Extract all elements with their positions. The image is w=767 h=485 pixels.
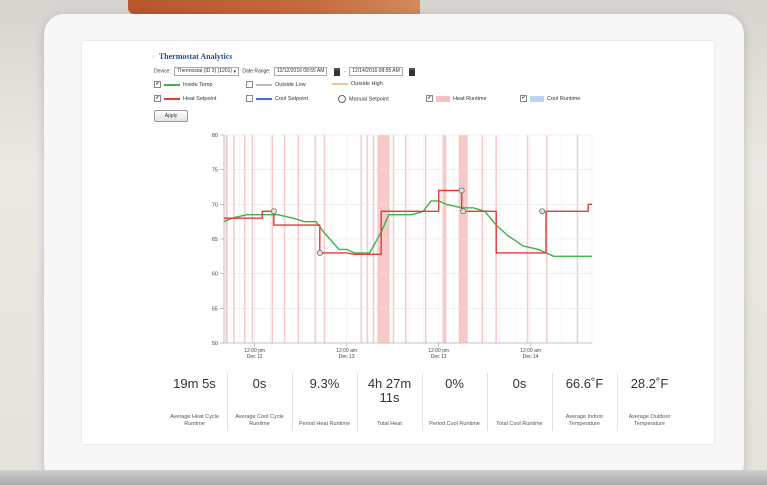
x-tick-label-date: Dec 13 (339, 354, 355, 360)
stat-card: 0s Total Cool Runtime (487, 373, 552, 431)
stat-divider (357, 373, 358, 431)
stat-card: 28.2˚F Average Outdoor Temperature (617, 373, 682, 431)
y-tick-label: 75 (212, 168, 218, 174)
stat-value: 66.6˚F (565, 376, 604, 391)
manual-setpoint-marker (316, 249, 323, 256)
stat-value: 28.2˚F (630, 376, 669, 391)
y-tick-label: 80 (212, 133, 218, 139)
axes: 8075706560555012:00 pmDec 1212:00 amDec … (212, 133, 592, 360)
stat-value: 0s (512, 376, 527, 391)
stat-value: 0s (252, 376, 267, 391)
manual-setpoint-marker (270, 208, 277, 215)
stats-panel: 19m 5s Average Heat Cycle Runtime 0s Averag… (162, 373, 682, 431)
stat-card: 4h 27m 11s Total Heat (357, 373, 422, 431)
stat-value: 19m 5s (173, 376, 216, 391)
temperature-chart: 8075706560555012:00 pmDec 1212:00 amDec … (212, 133, 593, 360)
x-tick-label-date: Dec 12 (247, 354, 263, 360)
stat-value: 9.3% (309, 376, 340, 391)
stat-label: Average Cool Cycle Runtime (235, 414, 284, 427)
stat-divider (487, 373, 488, 431)
y-tick-label: 70 (212, 202, 218, 208)
stat-value: 0% (445, 376, 464, 391)
stat-card: 0% Period Cool Runtime (422, 373, 487, 431)
stat-label: Average Outdoor Temperature (628, 414, 671, 427)
y-tick-label: 55 (212, 306, 218, 312)
stat-label: Period Cool Runtime (429, 420, 480, 427)
manual-setpoint-marker (458, 187, 465, 194)
app-screen: ◦ Thermostat Analytics Device: Thermostat… (82, 41, 714, 444)
background-hand (128, 0, 420, 14)
x-tick-label-date: Dec 14 (523, 354, 539, 360)
device-base (0, 470, 767, 485)
y-tick-label: 60 (212, 272, 218, 278)
y-tick-label: 65 (212, 237, 218, 243)
stat-label: Average Indoor Temperature (565, 414, 604, 427)
stat-value: 4h 27m 11s (367, 376, 412, 405)
stat-divider (292, 373, 293, 431)
stat-divider (552, 373, 553, 431)
stat-label: Average Heat Cycle Runtime (170, 414, 219, 427)
stat-card: 9.3% Period Heat Runtime (292, 373, 357, 431)
manual-setpoint-marker (460, 208, 467, 215)
stat-card: 19m 5s Average Heat Cycle Runtime (162, 373, 227, 431)
stat-card: 0s Average Cool Cycle Runtime (227, 373, 292, 431)
stat-divider (617, 373, 618, 431)
stat-divider (422, 373, 423, 431)
gridlines (223, 134, 593, 344)
stat-card: 66.6˚F Average Indoor Temperature (552, 373, 617, 431)
stat-divider (227, 373, 228, 431)
stat-label: Total Heat (377, 420, 402, 427)
manual-setpoint-marker (539, 208, 546, 215)
stat-label: Total Cool Runtime (496, 420, 543, 427)
y-tick-label: 50 (212, 341, 218, 347)
x-tick-label-date: Dec 13 (431, 354, 447, 360)
stat-label: Period Heat Runtime (298, 420, 351, 427)
